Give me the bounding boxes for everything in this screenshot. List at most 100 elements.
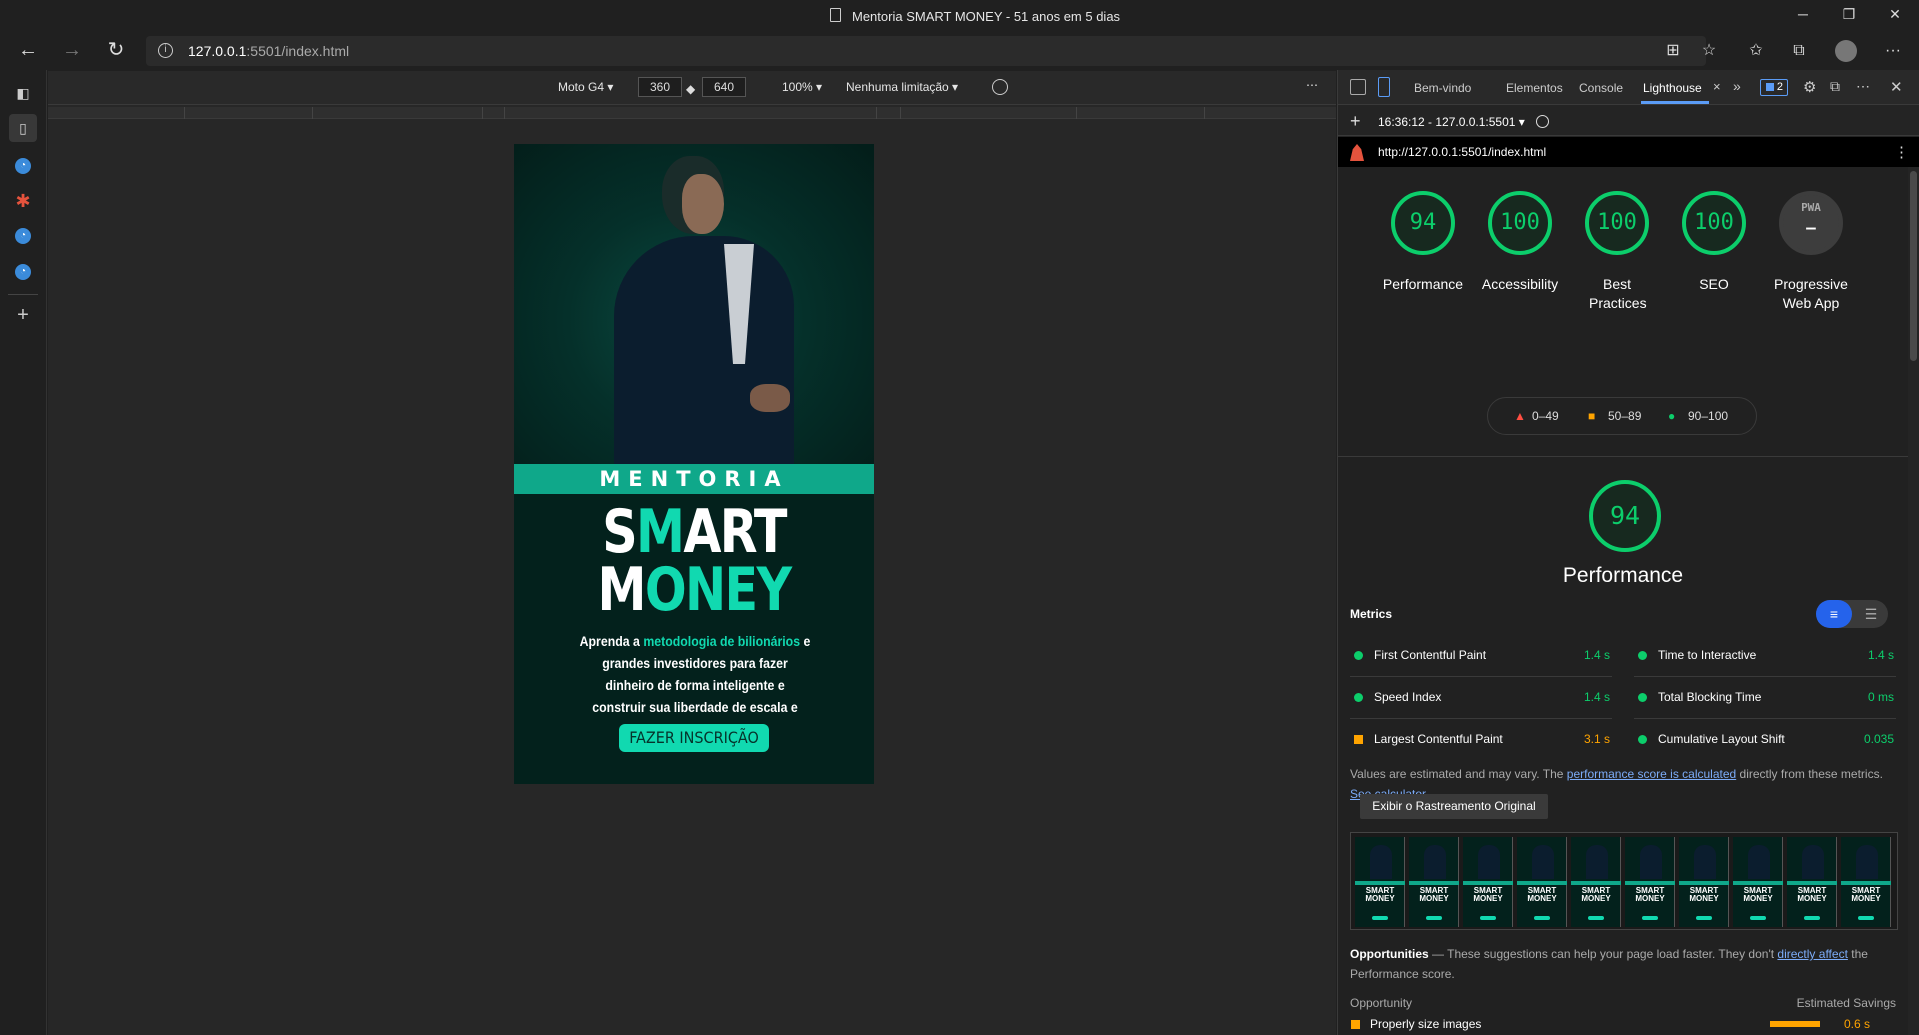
compact-view-icon[interactable]: ≡	[1816, 600, 1852, 628]
tab-close-icon[interactable]: ×	[1713, 79, 1721, 94]
scroll-thumb[interactable]	[1910, 171, 1917, 361]
metric-lcp[interactable]: Largest Contentful Paint 3.1 s	[1350, 719, 1612, 761]
page-tab-icon[interactable]: ▯	[9, 114, 37, 142]
report-menu-icon[interactable]: ⋮	[1894, 143, 1909, 161]
filmstrip-frame: SMART MONEY	[1733, 837, 1783, 927]
frame-band	[1787, 881, 1837, 885]
tab-lighthouse[interactable]: Lighthouse	[1643, 81, 1702, 95]
frame-label: SMART MONEY	[1797, 886, 1827, 903]
url-text[interactable]: 127.0.0.1:5501/index.html	[188, 43, 349, 59]
frame-band	[1625, 881, 1675, 885]
site-info-icon[interactable]: i	[158, 43, 173, 58]
add-favorite-icon[interactable]: ☆	[1698, 40, 1720, 62]
metric-speed-index[interactable]: Speed Index 1.4 s	[1350, 677, 1612, 719]
asterisk-tab-icon[interactable]: ✱	[12, 190, 34, 212]
hero-image	[514, 144, 874, 466]
collections-icon[interactable]: ⧉	[1788, 40, 1810, 62]
dock-icon[interactable]: ⧉	[1830, 78, 1840, 95]
throttling-select[interactable]: Nenhuma limitação ▾	[846, 80, 958, 94]
more-tabs-icon[interactable]: »	[1733, 78, 1741, 94]
device-select[interactable]: Moto G4 ▾	[558, 80, 613, 94]
active-tab-indicator	[1641, 101, 1709, 104]
metric-tbt[interactable]: Total Blocking Time 0 ms	[1634, 677, 1896, 719]
rotate-icon[interactable]	[992, 79, 1008, 95]
frame-band	[1355, 881, 1405, 885]
score-gauge-seo[interactable]: 100	[1682, 191, 1746, 255]
frame-person	[1424, 845, 1446, 879]
pass-circle-icon: ●	[1668, 409, 1676, 423]
filmstrip: SMART MONEY SMART MONEY SMART MONEY SMART M…	[1350, 832, 1898, 930]
emulation-more-icon[interactable]: ⋯	[1306, 78, 1318, 92]
tab-favicon-icon[interactable]: ◔	[15, 264, 31, 280]
filmstrip-frame: SMART MONEY	[1787, 837, 1837, 927]
frame-band	[1733, 881, 1783, 885]
lighthouse-logo-icon	[1350, 144, 1364, 161]
minimize-button[interactable]: ─	[1780, 0, 1826, 30]
close-devtools-button[interactable]: ✕	[1890, 78, 1903, 96]
maximize-button[interactable]: ❐	[1826, 0, 1872, 30]
directly-affect-link[interactable]: directly affect	[1777, 947, 1847, 961]
signup-button[interactable]: FAZER INSCRIÇÃO	[619, 724, 769, 752]
view-original-trace-button[interactable]: Exibir o Rastreamento Original	[1360, 794, 1548, 819]
profile-avatar[interactable]	[1835, 40, 1857, 62]
swap-dimensions-icon[interactable]: ◆	[686, 82, 695, 96]
reload-button[interactable]: ↻	[102, 38, 130, 64]
frame-label: SMART MONEY	[1365, 886, 1395, 903]
mobile-page: MENTORIA SMART MONEY Aprenda a metodolog…	[514, 144, 874, 784]
zoom-select[interactable]: 100% ▾	[782, 80, 822, 94]
score-calculated-link[interactable]: performance score is calculated	[1567, 767, 1736, 781]
opportunity-row[interactable]: Properly size images 0.6 s	[1350, 1015, 1896, 1035]
forward-button[interactable]: →	[58, 38, 86, 64]
address-bar[interactable]: i 127.0.0.1:5501/index.html	[146, 36, 1706, 66]
frame-cta	[1588, 916, 1604, 920]
frame-label: SMART MONEY	[1419, 886, 1449, 903]
expanded-view-icon[interactable]: ☰	[1854, 600, 1888, 628]
new-report-icon[interactable]: +	[1350, 111, 1361, 132]
pass-circle-icon	[1638, 693, 1647, 702]
savings-column: Estimated Savings	[1796, 996, 1896, 1010]
filmstrip-frame: SMART MONEY	[1409, 837, 1459, 927]
reader-view-icon[interactable]: ⊞	[1662, 40, 1684, 62]
score-gauge-best-practices[interactable]: 100	[1585, 191, 1649, 255]
tab-actions-icon[interactable]: ◧	[12, 82, 34, 104]
tab-elementos[interactable]: Elementos	[1506, 81, 1563, 95]
report-scrollbar[interactable]	[1908, 167, 1919, 1035]
issues-badge[interactable]: 2	[1760, 79, 1788, 96]
frame-person	[1856, 845, 1878, 879]
metrics-heading: Metrics	[1350, 607, 1393, 621]
width-input[interactable]: 360	[638, 77, 682, 97]
height-input[interactable]: 640	[702, 77, 746, 97]
media-query-ruler[interactable]	[48, 107, 1336, 119]
frame-cta	[1858, 916, 1874, 920]
frame-person	[1748, 845, 1770, 879]
favorites-icon[interactable]: ✩	[1745, 40, 1767, 62]
inspect-icon[interactable]	[1350, 79, 1366, 95]
back-button[interactable]: ←	[14, 38, 42, 64]
tab-console[interactable]: Console	[1579, 81, 1623, 95]
tab-favicon-icon[interactable]: ◔	[15, 158, 31, 174]
close-window-button[interactable]: ✕	[1872, 0, 1918, 30]
frame-label: SMART MONEY	[1473, 886, 1503, 903]
clear-reports-icon[interactable]	[1536, 115, 1549, 128]
mentoria-band: MENTORIA	[514, 464, 874, 494]
metric-tti[interactable]: Time to Interactive 1.4 s	[1634, 635, 1896, 677]
device-toolbar-icon[interactable]	[1378, 77, 1390, 97]
devtools-settings-icon[interactable]: ⚙	[1803, 78, 1816, 96]
score-gauge-performance[interactable]: 94	[1391, 191, 1455, 255]
metric-fcp[interactable]: First Contentful Paint 1.4 s	[1350, 635, 1612, 677]
metric-cls[interactable]: Cumulative Layout Shift 0.035	[1634, 719, 1896, 761]
settings-more-icon[interactable]: ···	[1882, 40, 1904, 62]
tab-favicon-icon[interactable]: ◔	[15, 228, 31, 244]
score-label: Accessibility	[1481, 276, 1559, 292]
score-gauge-accessibility[interactable]: 100	[1488, 191, 1552, 255]
new-tab-icon[interactable]: +	[12, 304, 34, 326]
tab-bem-vindo[interactable]: Bem-vindo	[1414, 81, 1471, 95]
frame-cta	[1480, 916, 1496, 920]
pwa-badge-icon[interactable]: PWA —	[1779, 191, 1843, 255]
report-select[interactable]: 16:36:12 - 127.0.0.1:5501 ▾	[1378, 115, 1525, 129]
metrics-view-toggle[interactable]: ≡ ☰	[1816, 600, 1888, 628]
frame-person	[1586, 845, 1608, 879]
devtools-more-icon[interactable]: ⋯	[1856, 78, 1870, 95]
filmstrip-frame: SMART MONEY	[1355, 837, 1405, 927]
legend-range: 50–89	[1608, 409, 1642, 423]
